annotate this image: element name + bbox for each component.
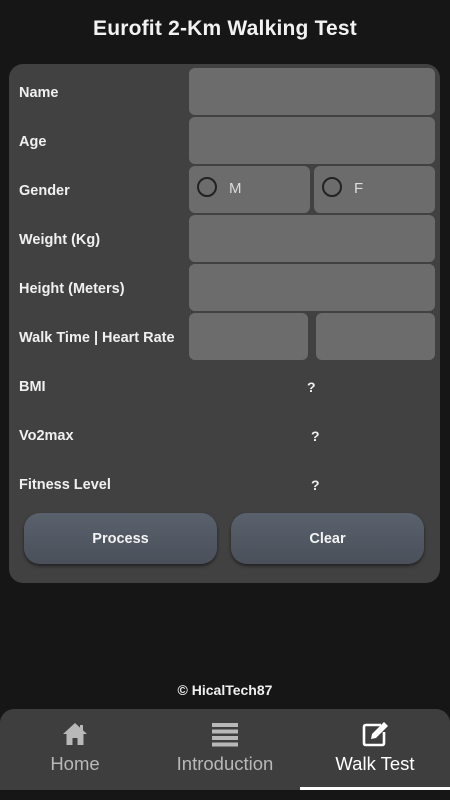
- vo2max-value: ?: [311, 428, 320, 444]
- walk-time-heart-rate-label: Walk Time | Heart Rate: [19, 330, 175, 346]
- nav-label-walk-test: Walk Test: [335, 753, 415, 774]
- height-input[interactable]: [189, 264, 435, 311]
- form-card: Name Age Gender M F Weight (Kg) Height (…: [9, 64, 440, 583]
- bottom-navigation: Home Introduction Walk Test: [0, 709, 450, 790]
- bmi-label: BMI: [19, 379, 46, 395]
- bmi-value: ?: [307, 379, 316, 395]
- clear-button[interactable]: Clear: [231, 513, 424, 564]
- nav-label-introduction: Introduction: [176, 753, 274, 774]
- fitness-level-value: ?: [311, 477, 320, 493]
- home-icon: [63, 723, 87, 745]
- bottom-strip: [0, 790, 450, 800]
- vo2max-label: Vo2max: [19, 428, 74, 444]
- edit-icon: [362, 722, 388, 747]
- radio-circle-icon: [197, 177, 217, 197]
- page-title: Eurofit 2-Km Walking Test: [92, 17, 357, 40]
- height-label: Height (Meters): [19, 281, 125, 297]
- nav-item-introduction[interactable]: Introduction: [150, 709, 300, 790]
- name-label: Name: [19, 85, 59, 101]
- gender-female-radio[interactable]: F: [314, 166, 435, 213]
- age-input[interactable]: [189, 117, 435, 164]
- walk-time-input[interactable]: [189, 313, 308, 360]
- fitness-level-label: Fitness Level: [19, 477, 111, 493]
- nav-item-walk-test[interactable]: Walk Test: [300, 709, 450, 790]
- weight-input[interactable]: [189, 215, 435, 262]
- nav-label-home: Home: [50, 753, 100, 774]
- gender-male-radio[interactable]: M: [189, 166, 310, 213]
- radio-circle-icon: [322, 177, 342, 197]
- gender-label: Gender: [19, 183, 70, 199]
- list-icon: [212, 723, 238, 747]
- gender-male-label: M: [229, 180, 242, 197]
- weight-label: Weight (Kg): [19, 232, 101, 248]
- heart-rate-input[interactable]: [316, 313, 435, 360]
- process-button[interactable]: Process: [24, 513, 217, 564]
- copyright-text: © HicalTech87: [177, 682, 273, 698]
- age-label: Age: [19, 134, 47, 150]
- name-input[interactable]: [189, 68, 435, 115]
- nav-item-home[interactable]: Home: [0, 709, 150, 790]
- gender-female-label: F: [354, 180, 364, 197]
